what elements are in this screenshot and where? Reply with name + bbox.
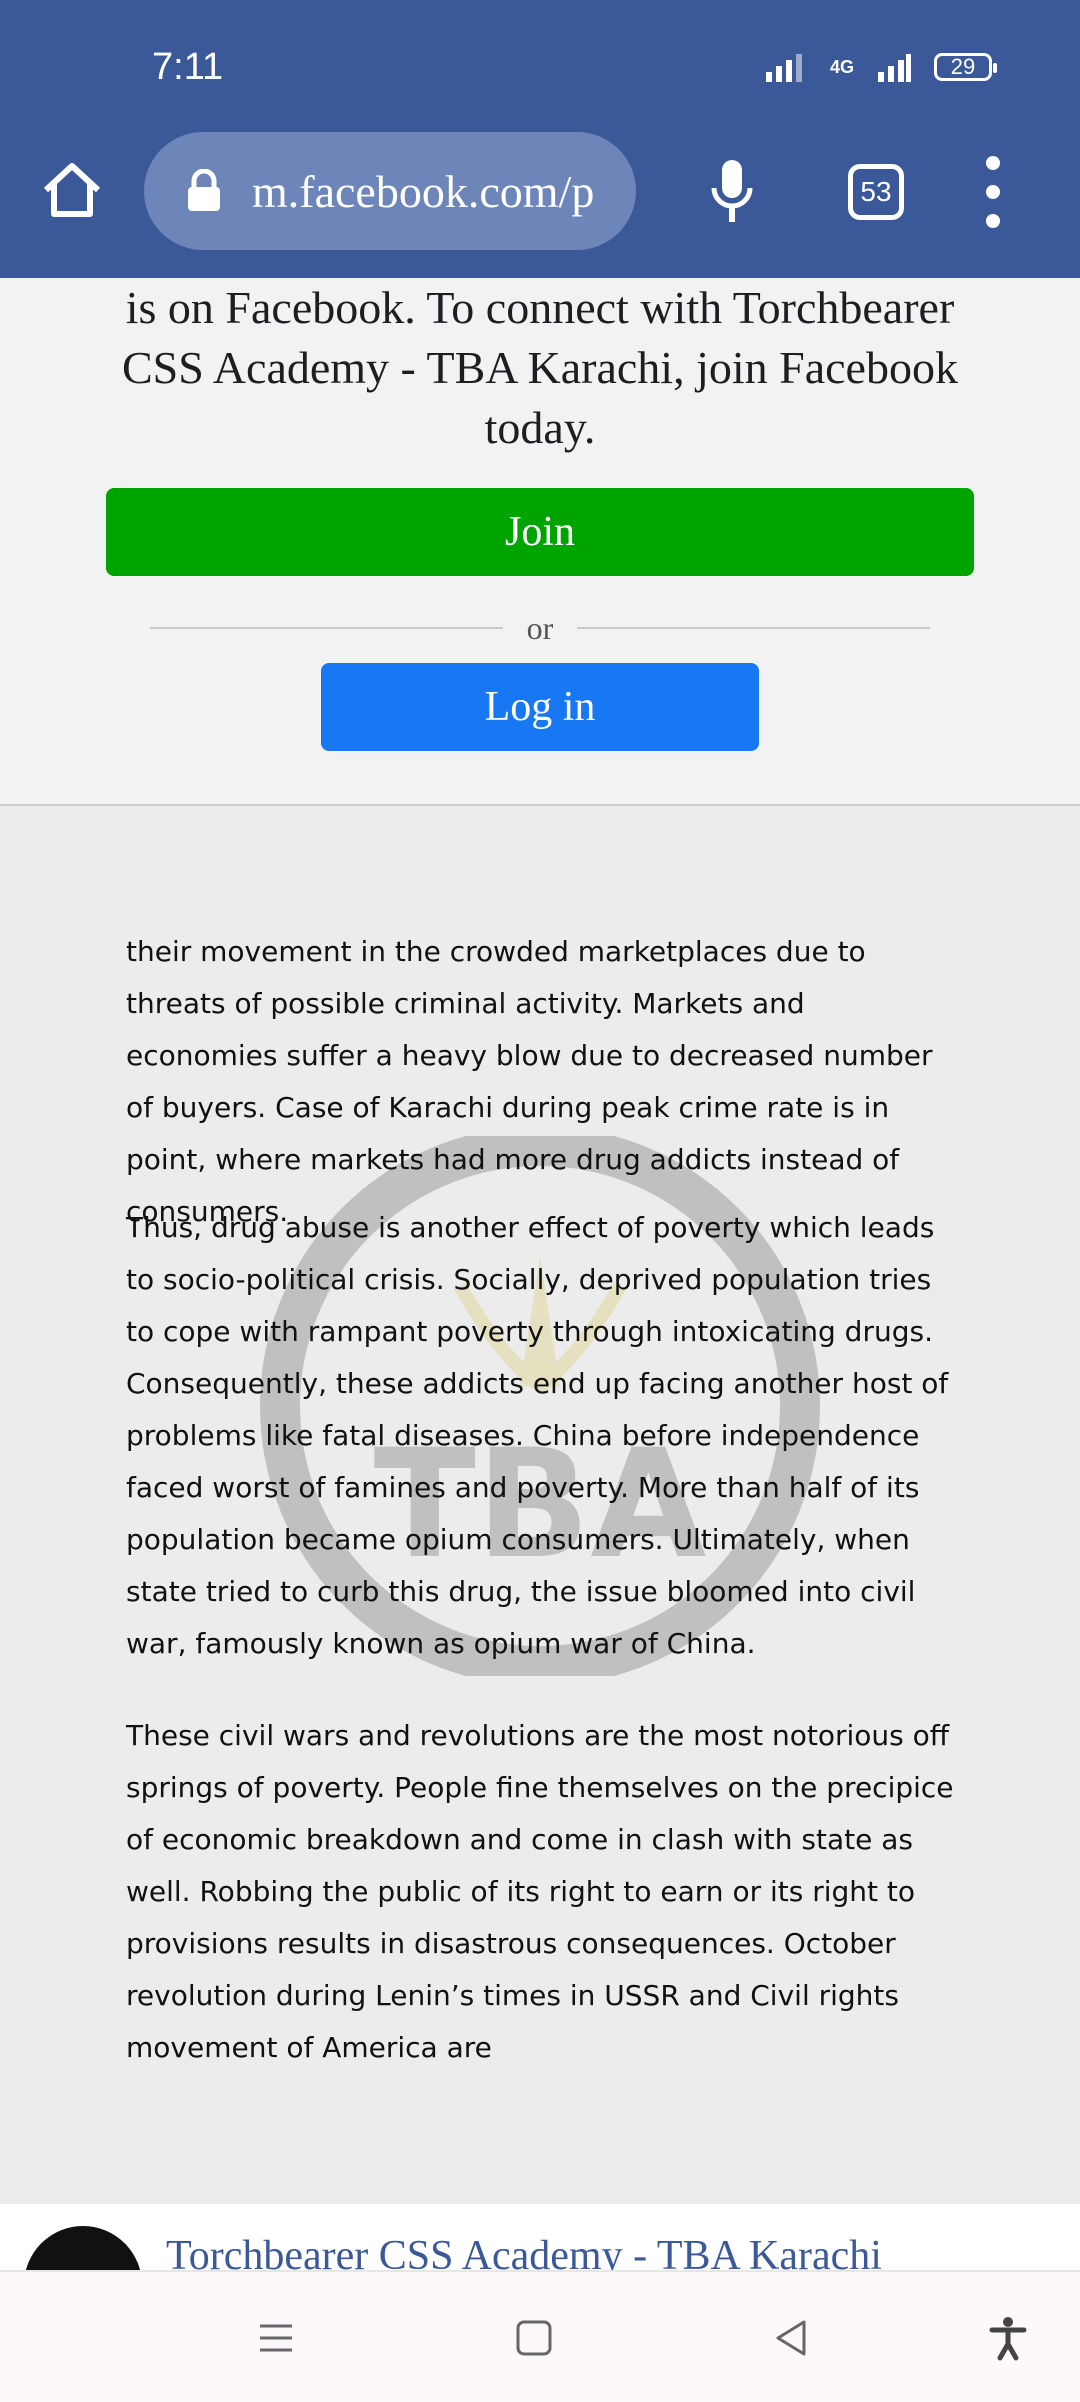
join-tagline: is on Facebook. To connect with Torchbea… bbox=[122, 282, 958, 453]
battery-level: 29 bbox=[950, 54, 976, 79]
lock-icon bbox=[188, 169, 220, 211]
status-icons: 4G 29 bbox=[764, 52, 997, 82]
home-nav-icon[interactable] bbox=[510, 2314, 558, 2362]
back-icon[interactable] bbox=[768, 2314, 816, 2362]
article-paragraph-2: Thus, drug abuse is another effect of po… bbox=[126, 1211, 949, 1660]
or-divider: or bbox=[150, 606, 930, 650]
url-bar[interactable]: m.facebook.com/p bbox=[144, 132, 636, 250]
battery-icon: 29 bbox=[934, 53, 997, 81]
divider-line bbox=[577, 627, 930, 629]
status-time: 7:11 bbox=[152, 46, 224, 88]
signal-icon-2 bbox=[878, 54, 911, 82]
article-paragraph-3: These civil wars and revolutions are the… bbox=[126, 1719, 954, 2064]
microphone-icon[interactable] bbox=[708, 156, 756, 228]
page-avatar[interactable] bbox=[24, 2226, 142, 2270]
page-card[interactable]: Torchbearer CSS Academy - TBA Karachi bbox=[0, 2204, 1080, 2270]
recent-apps-icon[interactable] bbox=[252, 2314, 300, 2362]
page-title-link[interactable]: Torchbearer CSS Academy - TBA Karachi bbox=[166, 2232, 882, 2270]
divider-line bbox=[150, 627, 503, 629]
join-button[interactable]: Join bbox=[106, 488, 974, 576]
tab-count-button[interactable]: 53 bbox=[848, 164, 904, 220]
home-icon[interactable] bbox=[38, 156, 106, 224]
article-paragraph-1: their movement in the crowded marketplac… bbox=[126, 935, 933, 1228]
more-menu-icon[interactable] bbox=[978, 156, 1008, 228]
signal-icon bbox=[765, 54, 802, 82]
system-navigation-bar bbox=[0, 2270, 1080, 2402]
url-text: m.facebook.com/p bbox=[252, 165, 595, 217]
accessibility-icon[interactable] bbox=[984, 2314, 1032, 2362]
network-type: 4G bbox=[829, 56, 854, 77]
or-label: or bbox=[526, 609, 554, 646]
browser-chrome: 7:11 4G 29 m.facebook.com/p 53 bbox=[0, 0, 1080, 278]
post-image[interactable]: TBA their movement in the crowded market… bbox=[0, 806, 1080, 2204]
join-prompt: is on Facebook. To connect with Torchbea… bbox=[0, 278, 1080, 806]
login-button[interactable]: Log in bbox=[321, 663, 759, 751]
